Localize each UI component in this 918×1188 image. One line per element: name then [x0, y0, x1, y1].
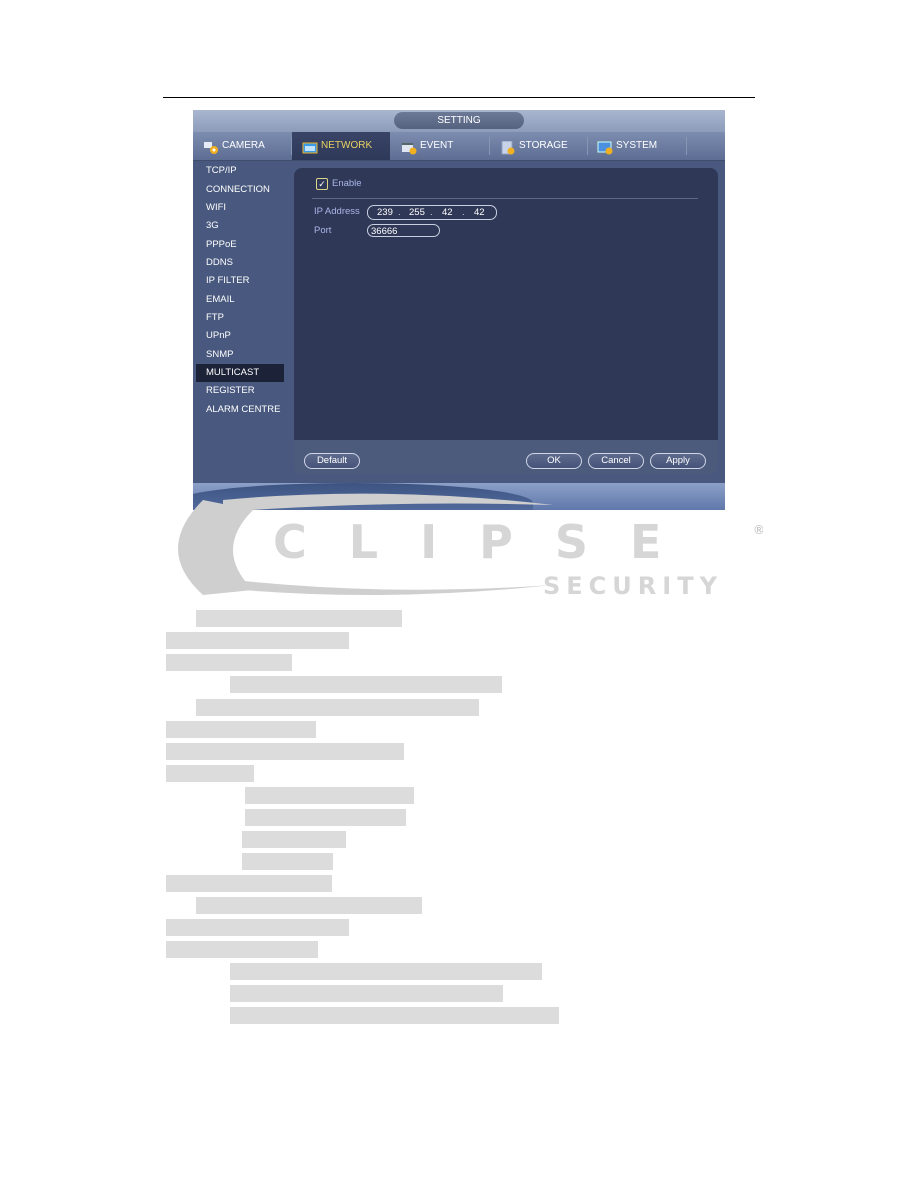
title-bar: SETTING	[193, 110, 725, 132]
redacted-line	[242, 831, 346, 848]
ip-octet-3[interactable]: 42	[442, 206, 453, 219]
redacted-line	[230, 1007, 559, 1024]
redacted-line	[230, 985, 503, 1002]
logo-brand: CLIPSE	[273, 515, 703, 569]
redacted-line	[166, 765, 254, 782]
logo-arc-top	[223, 493, 553, 512]
sidebar-item-email[interactable]: EMAIL	[196, 291, 284, 309]
sidebar-item-register[interactable]: REGISTER	[196, 382, 284, 400]
system-icon	[597, 139, 613, 155]
ok-button[interactable]: OK	[526, 453, 582, 469]
apply-button[interactable]: Apply	[650, 453, 706, 469]
sidebar-item-connection[interactable]: CONNECTION	[196, 181, 284, 199]
event-icon	[401, 139, 417, 155]
network-icon	[302, 139, 318, 154]
sidebar-item-ftp[interactable]: FTP	[196, 309, 284, 327]
tab-separator	[587, 137, 588, 155]
logo-arc-bottom	[193, 575, 553, 595]
logo-subtitle: SECURITY	[543, 572, 723, 600]
redacted-line	[245, 809, 406, 826]
port-label: Port	[314, 225, 332, 236]
sidebar-item-alarm-centre[interactable]: ALARM CENTRE	[196, 401, 284, 419]
ip-address-field[interactable]: 239 . 255 . 42 . 42	[367, 205, 497, 220]
sidebar-item-upnp[interactable]: UPnP	[196, 327, 284, 345]
tab-label: NETWORK	[321, 140, 373, 151]
window-title: SETTING	[394, 112, 524, 129]
port-field[interactable]: 36666	[367, 224, 440, 237]
redacted-line	[166, 721, 316, 738]
button-bar: Default OK Cancel Apply	[294, 440, 718, 474]
sidebar-item-3g[interactable]: 3G	[196, 217, 284, 235]
network-sidebar: TCP/IP CONNECTION WIFI 3G PPPoE DDNS IP …	[193, 161, 292, 461]
sidebar-item-multicast[interactable]: MULTICAST	[196, 364, 284, 382]
multicast-panel: ✓ Enable IP Address 239 . 255 . 42 . 42 …	[294, 168, 718, 440]
redacted-line	[166, 941, 318, 958]
tab-storage[interactable]: STORAGE	[500, 132, 588, 160]
redacted-line	[166, 875, 332, 892]
redacted-line	[166, 632, 349, 649]
tab-separator	[489, 137, 490, 155]
main-tabs: CAMERA NETWORK EVENT STORAGE SYSTEM	[193, 132, 725, 161]
sidebar-item-snmp[interactable]: SNMP	[196, 346, 284, 364]
settings-window: SETTING CAMERA NETWORK EVENT STORAGE SYS…	[193, 110, 725, 510]
enable-label: Enable	[332, 178, 362, 189]
sidebar-item-ip-filter[interactable]: IP FILTER	[196, 272, 284, 290]
tab-separator	[686, 137, 687, 155]
enable-checkbox[interactable]: ✓	[316, 178, 328, 190]
redacted-line	[166, 654, 292, 671]
redacted-line	[230, 676, 502, 693]
tab-system[interactable]: SYSTEM	[597, 132, 685, 160]
divider	[312, 198, 698, 199]
cancel-button[interactable]: Cancel	[588, 453, 644, 469]
page-header-rule	[163, 97, 755, 98]
tab-label: SYSTEM	[616, 140, 658, 151]
sidebar-item-ddns[interactable]: DDNS	[196, 254, 284, 272]
eclipse-security-logo: CLIPSE ® SECURITY	[178, 493, 763, 600]
ip-octet-1[interactable]: 239	[377, 206, 393, 219]
tab-event[interactable]: EVENT	[401, 132, 489, 160]
redacted-line	[245, 787, 414, 804]
tab-label: EVENT	[420, 140, 454, 151]
default-button[interactable]: Default	[304, 453, 360, 469]
redacted-line	[166, 743, 404, 760]
redacted-line	[230, 963, 542, 980]
redacted-line	[242, 853, 333, 870]
tab-label: CAMERA	[222, 140, 265, 151]
sidebar-item-pppoe[interactable]: PPPoE	[196, 236, 284, 254]
ip-dot: .	[462, 207, 465, 218]
sidebar-item-wifi[interactable]: WIFI	[196, 199, 284, 217]
storage-icon	[500, 139, 516, 155]
redacted-line	[196, 699, 479, 716]
tab-label: STORAGE	[519, 140, 568, 151]
redacted-line	[196, 897, 422, 914]
ip-address-label: IP Address	[314, 206, 360, 217]
redacted-line	[166, 919, 349, 936]
sidebar-item-tcpip[interactable]: TCP/IP	[196, 162, 284, 180]
ip-dot: .	[398, 207, 401, 218]
camera-settings-icon	[203, 139, 219, 154]
ip-octet-4[interactable]: 42	[474, 206, 485, 219]
registered-mark: ®	[753, 523, 763, 537]
redacted-line	[196, 610, 402, 627]
tab-camera[interactable]: CAMERA	[203, 132, 291, 160]
tab-network[interactable]: NETWORK	[292, 132, 390, 160]
ip-octet-2[interactable]: 255	[409, 206, 425, 219]
ip-dot: .	[430, 207, 433, 218]
